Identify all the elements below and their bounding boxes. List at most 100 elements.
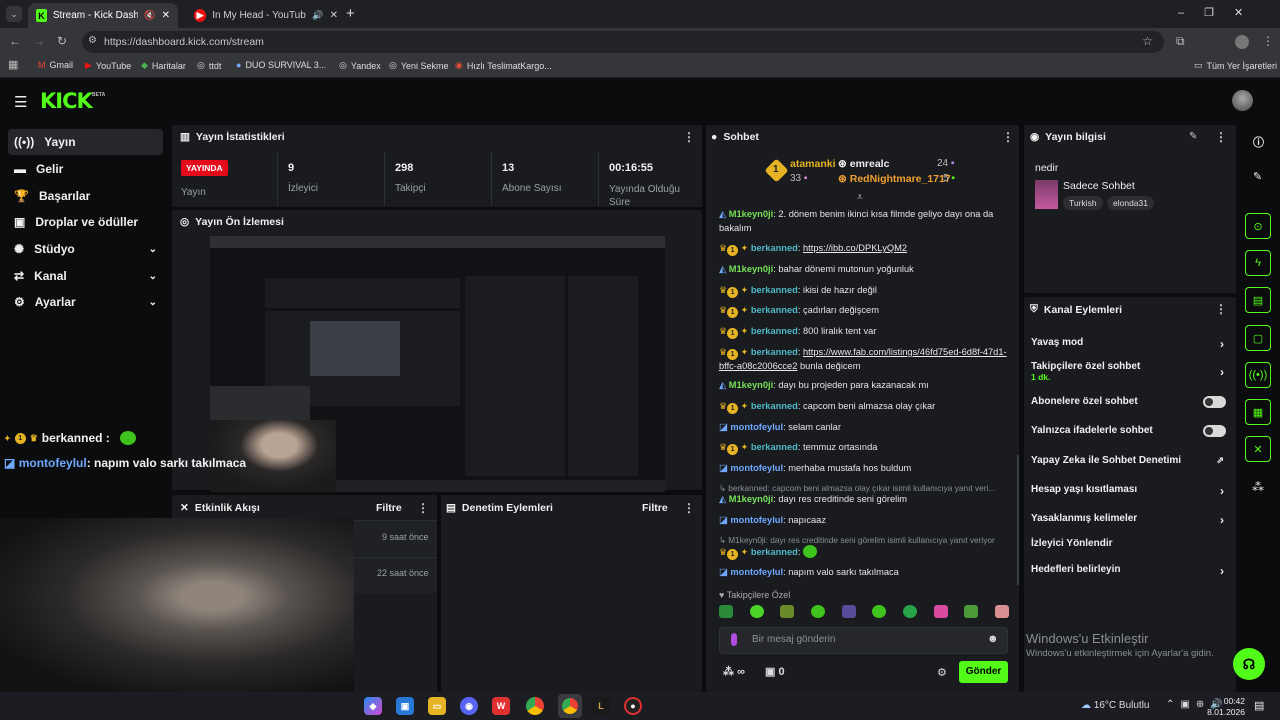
notifications-icon[interactable]: ▤: [1254, 699, 1264, 712]
sidebar-item-droplar[interactable]: ▣ Droplar ve ödüller: [8, 209, 163, 235]
bookmark-gmail[interactable]: M Gmail: [38, 60, 73, 70]
tag-chip[interactable]: elonda31: [1107, 196, 1154, 210]
chat-username[interactable]: berkanned: [751, 401, 798, 411]
moderation-menu-icon[interactable]: ⋮: [683, 501, 695, 515]
sidebar-item-studyo[interactable]: ✺ Stüdyo ⌄: [8, 236, 163, 262]
league-taskbar-icon[interactable]: L: [592, 697, 610, 715]
chat-username[interactable]: M1keyn0ji: [729, 264, 773, 274]
bookmark-ttdt[interactable]: ◎ ttdt: [197, 60, 221, 71]
extensions-icon[interactable]: ⧉: [1176, 34, 1185, 49]
emoji-picker-icon[interactable]: ☻: [987, 633, 999, 645]
ai-moderation-item[interactable]: Yapay Zeka ile Sohbet Denetimi ⇗: [1031, 455, 1226, 466]
sidebar-item-ayarlar[interactable]: ⚙ Ayarlar ⌄: [8, 289, 163, 315]
chat-username[interactable]: montofeylul: [730, 422, 783, 432]
tag-chip[interactable]: Turkish: [1063, 196, 1103, 210]
bookmark-new-tab[interactable]: ◎ Yeni Sekme: [389, 60, 449, 71]
emote-icon[interactable]: [780, 605, 795, 618]
chat-menu-icon[interactable]: ⋮: [1002, 130, 1014, 144]
emotes-only-toggle[interactable]: [1203, 425, 1226, 437]
reply-context[interactable]: ↳ M1keyn0ji: dayı res creditinde seni gö…: [719, 535, 1009, 545]
sidebar-item-basarilar[interactable]: 🏆 Başarılar: [8, 183, 163, 209]
emotes-only-item[interactable]: Yalnızca ifadelerle sohbet: [1031, 425, 1226, 437]
sidebar-item-gelir[interactable]: ▬ Gelir: [8, 156, 163, 182]
leader-entry-2[interactable]: ⊛ emrealc: [838, 158, 889, 170]
pencil-icon[interactable]: ✎: [1253, 170, 1262, 183]
forward-icon[interactable]: →: [33, 34, 45, 48]
bookmark-kargo[interactable]: ◉ Hızlı TeslimatKargo...: [455, 60, 552, 71]
subscribers-only-item[interactable]: Abonelere özel sohbet: [1031, 396, 1226, 408]
explorer-taskbar-icon[interactable]: ▭: [428, 697, 446, 715]
site-info-icon[interactable]: ⚙: [88, 35, 97, 46]
emote-icon[interactable]: [841, 605, 856, 618]
window-controls[interactable]: –❐✕: [1178, 6, 1263, 19]
sidebar-item-yayin[interactable]: ((•)) Yayın: [8, 129, 163, 155]
emote-icon[interactable]: [810, 605, 825, 618]
rail-broadcast-button[interactable]: ((•)): [1245, 362, 1271, 388]
subscribers-only-toggle[interactable]: [1203, 396, 1226, 408]
clock[interactable]: 00:42 8.01.2026: [1203, 696, 1245, 718]
bookmark-duo[interactable]: ● DUO SURVIVAL 3...: [236, 60, 326, 70]
emote-icon[interactable]: [719, 605, 733, 618]
emote-icon[interactable]: [902, 605, 917, 618]
rail-layout-button[interactable]: ▦: [1245, 399, 1271, 425]
expand-leaders-icon[interactable]: ⩡: [857, 192, 863, 203]
chat-username[interactable]: montofeylul: [730, 515, 783, 525]
store-taskbar-icon[interactable]: ▣: [396, 697, 414, 715]
close-tab-icon[interactable]: ✕: [330, 10, 338, 21]
stats-menu-icon[interactable]: ⋮: [683, 130, 695, 144]
chat-settings-icon[interactable]: ⚙: [937, 666, 947, 679]
bookmark-youtube[interactable]: ▶ YouTube: [85, 60, 131, 71]
chat-username[interactable]: berkanned: [751, 305, 798, 315]
user-avatar[interactable]: [1232, 90, 1253, 111]
sidebar-item-kanal[interactable]: ⇄ Kanal ⌄: [8, 263, 163, 289]
moderation-filter-button[interactable]: Filtre: [642, 502, 668, 514]
kick-logo[interactable]: KICK: [40, 89, 93, 113]
tab-youtube[interactable]: ▶ In My Head - YouTube Mu 🔊 ✕: [186, 3, 346, 28]
info-icon[interactable]: ⓘ: [1253, 134, 1264, 150]
rail-target-button[interactable]: ⊙: [1245, 213, 1271, 239]
send-button[interactable]: Gönder: [959, 661, 1008, 683]
close-tab-icon[interactable]: ✕: [162, 10, 170, 21]
browser-menu-icon[interactable]: ⋮: [1262, 34, 1274, 48]
leader-entry-3[interactable]: ⊛ RedNightmare_1717: [838, 173, 951, 185]
back-icon[interactable]: ←: [9, 34, 21, 48]
followers-only-item[interactable]: Takipçilere özel sohbet › 1 dk.: [1031, 361, 1226, 382]
reload-icon[interactable]: ↻: [57, 34, 67, 48]
emote-icon[interactable]: [994, 605, 1009, 618]
emote-icon[interactable]: [933, 605, 948, 618]
tab-kick-dashboard[interactable]: K Stream - Kick Dashboard 🔇 ✕: [28, 3, 178, 28]
rail-chat-button[interactable]: ▢: [1245, 325, 1271, 351]
all-bookmarks[interactable]: ▭ Tüm Yer İşaretleri: [1194, 60, 1277, 71]
rail-bolt-button[interactable]: ϟ: [1245, 250, 1271, 276]
menu-hamburger-icon[interactable]: ☰: [14, 93, 27, 111]
slow-mode-item[interactable]: Yavaş mod ›: [1031, 337, 1226, 351]
chat-username[interactable]: berkanned: [751, 547, 798, 557]
tab-search-icon[interactable]: ⌄: [6, 6, 22, 22]
chat-username[interactable]: montofeylul: [730, 567, 783, 577]
apps-grid-icon[interactable]: ▦: [8, 58, 18, 71]
rail-tools-button[interactable]: ✕: [1245, 436, 1271, 462]
help-button[interactable]: ☊: [1233, 648, 1265, 680]
chat-username[interactable]: berkanned: [751, 347, 798, 357]
gift-counter[interactable]: ▣ 0: [765, 665, 785, 678]
account-age-item[interactable]: Hesap yaşı kısıtlaması ›: [1031, 484, 1226, 498]
app-taskbar-icon[interactable]: W: [492, 697, 510, 715]
address-bar[interactable]: https://dashboard.kick.com/stream: [82, 31, 1164, 53]
emote-icon[interactable]: [749, 605, 764, 618]
bookmark-star-icon[interactable]: ☆: [1142, 34, 1153, 48]
raid-item[interactable]: İzleyici Yönlendir: [1031, 538, 1226, 549]
activity-menu-icon[interactable]: ⋮: [417, 501, 429, 515]
chat-username[interactable]: berkanned: [751, 442, 798, 452]
weather-widget[interactable]: ☁ 16°C Bulutlu: [1081, 700, 1149, 711]
chat-link[interactable]: https://ibb.co/DPKLyQM2: [803, 243, 907, 253]
copilot-taskbar-icon[interactable]: ◆: [364, 697, 382, 715]
category-thumbnail[interactable]: [1035, 180, 1058, 209]
mic-icon[interactable]: [731, 633, 737, 646]
bookmark-maps[interactable]: ◆ Haritalar: [141, 60, 186, 71]
chat-username[interactable]: M1keyn0ji: [729, 494, 773, 504]
emote-icon[interactable]: [872, 605, 887, 618]
edit-icon[interactable]: ✎: [1189, 131, 1197, 142]
activity-filter-button[interactable]: Filtre: [376, 502, 402, 514]
new-tab-icon[interactable]: +: [346, 5, 355, 22]
chat-username[interactable]: berkanned: [751, 243, 798, 253]
